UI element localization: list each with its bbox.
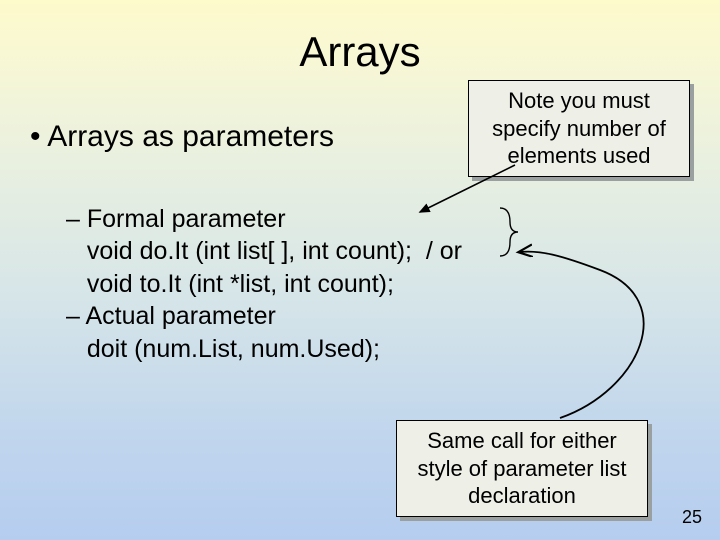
body-line-3: – Actual parameter [66, 302, 276, 330]
body-text: – Formal parameter void do.It (int list[… [66, 170, 462, 398]
bullet-arrays-as-parameters: • Arrays as parameters [30, 120, 334, 154]
body-line-4: doit (num.List, num.Used); [66, 335, 380, 363]
callout-same-call: Same call for either style of parameter … [396, 420, 648, 517]
body-line-2: void to.It (int *list, int count); [66, 270, 394, 298]
callout-note-specify-number: Note you must specify number of elements… [468, 80, 690, 177]
body-line-1: void do.It (int list[ ], int count); / o… [66, 237, 462, 265]
curved-arrow-icon [520, 252, 644, 418]
body-line-0: – Formal parameter [66, 205, 286, 233]
brace-icon [500, 208, 518, 256]
page-number: 25 [682, 507, 702, 528]
bullet-text: Arrays as parameters [47, 120, 334, 153]
bullet-marker: • [30, 120, 47, 153]
slide-title: Arrays [0, 28, 720, 76]
